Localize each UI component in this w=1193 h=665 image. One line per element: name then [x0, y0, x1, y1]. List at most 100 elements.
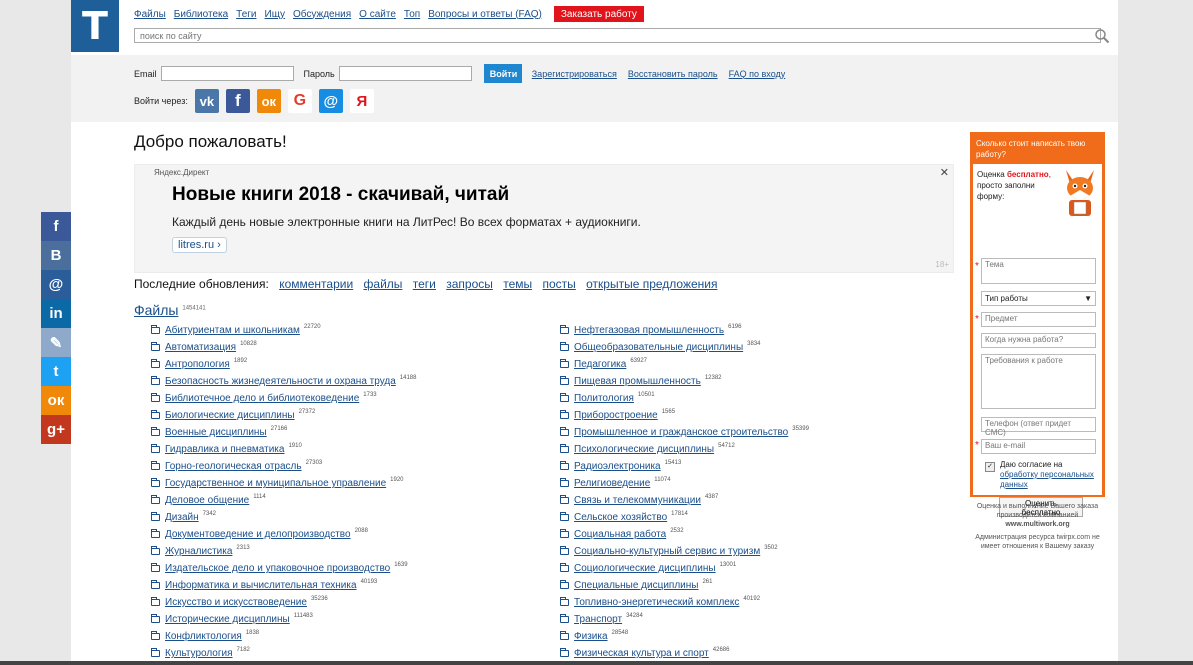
category-link[interactable]: Конфликтология	[165, 631, 242, 642]
category-link[interactable]: Культурология	[165, 648, 233, 659]
category-link[interactable]: Дизайн	[165, 512, 199, 523]
category-link[interactable]: Военные дисциплины	[165, 427, 267, 438]
category-link[interactable]: Сельское хозяйство	[574, 512, 667, 523]
login-faq-link[interactable]: FAQ по входу	[729, 69, 786, 79]
phone-field[interactable]: Телефон (ответ придет СМС)	[981, 417, 1096, 437]
category-link[interactable]: Антропология	[165, 359, 230, 370]
category-link[interactable]: Автоматизация	[165, 342, 236, 353]
updates-requests[interactable]: запросы	[446, 277, 493, 291]
category-count: 17814	[671, 510, 688, 517]
vk-icon[interactable]: vk	[194, 89, 219, 113]
category-link[interactable]: Абитуриентам и школьникам	[165, 325, 300, 336]
consent-link[interactable]: обработку персональных данных	[1000, 470, 1094, 489]
category-link[interactable]: Физическая культура и спорт	[574, 648, 709, 659]
category-link[interactable]: Гидравлика и пневматика	[165, 444, 284, 455]
category-item: Политология 10501	[560, 390, 809, 407]
nav-looking-for[interactable]: Ищу	[265, 9, 286, 20]
folder-icon	[560, 546, 569, 555]
category-link[interactable]: Религиоведение	[574, 478, 650, 489]
category-link[interactable]: Общеобразовательные дисциплины	[574, 342, 743, 353]
nav-about[interactable]: О сайте	[359, 9, 396, 20]
googleplus-icon[interactable]: g+	[41, 415, 71, 444]
mailru-icon[interactable]: @	[41, 270, 71, 299]
category-link[interactable]: Информатика и вычислительная техника	[165, 580, 357, 591]
odnoklassniki-icon[interactable]: ок	[256, 89, 281, 113]
category-link[interactable]: Физика	[574, 631, 608, 642]
category-link[interactable]: Связь и телекоммуникации	[574, 495, 701, 506]
category-link[interactable]: Исторические дисциплины	[165, 614, 290, 625]
twitter-icon[interactable]: t	[41, 357, 71, 386]
requirements-field[interactable]: Требования к работе	[981, 354, 1096, 409]
nav-top[interactable]: Топ	[404, 9, 420, 20]
category-link[interactable]: Государственное и муниципальное управлен…	[165, 478, 386, 489]
deadline-field[interactable]: Когда нужна работа?	[981, 333, 1096, 348]
category-link[interactable]: Искусство и искусствоведение	[165, 597, 307, 608]
search-icon[interactable]	[1094, 28, 1110, 44]
category-link[interactable]: Специальные дисциплины	[574, 580, 698, 591]
login-button[interactable]: Войти	[483, 64, 522, 83]
category-link[interactable]: Психологические дисциплины	[574, 444, 714, 455]
category-link[interactable]: Промышленное и гражданское строительство	[574, 427, 788, 438]
facebook-icon[interactable]: f	[225, 89, 250, 113]
category-link[interactable]: Социально-культурный сервис и туризм	[574, 546, 760, 557]
category-link[interactable]: Педагогика	[574, 359, 626, 370]
nav-discussions[interactable]: Обсуждения	[293, 9, 351, 20]
category-link[interactable]: Нефтегазовая промышленность	[574, 325, 724, 336]
category-link[interactable]: Социальная работа	[574, 529, 666, 540]
close-icon[interactable]: ✕	[940, 166, 949, 179]
order-work-button[interactable]: Заказать работу	[553, 6, 644, 22]
ad-link[interactable]: litres.ru ›	[172, 237, 227, 253]
updates-comments[interactable]: комментарии	[279, 277, 353, 291]
category-count: 35399	[792, 425, 809, 432]
nav-tags[interactable]: Теги	[236, 9, 256, 20]
email-field[interactable]	[160, 66, 294, 81]
files-title-link[interactable]: Файлы	[134, 302, 178, 318]
linkedin-icon[interactable]: in	[41, 299, 71, 328]
site-logo[interactable]: T	[71, 0, 119, 52]
password-field[interactable]	[338, 66, 472, 81]
category-link[interactable]: Приборостроение	[574, 410, 658, 421]
updates-posts[interactable]: посты	[542, 277, 575, 291]
category-count: 7342	[202, 510, 216, 517]
category-link[interactable]: Журналистика	[165, 546, 232, 557]
nav-library[interactable]: Библиотека	[174, 9, 228, 20]
folder-icon	[151, 597, 160, 606]
facebook-icon[interactable]: f	[41, 212, 71, 241]
updates-files[interactable]: файлы	[364, 277, 403, 291]
email-field[interactable]: Ваш e-mail	[981, 439, 1096, 454]
updates-topics[interactable]: темы	[503, 277, 532, 291]
category-link[interactable]: Транспорт	[574, 614, 622, 625]
google-icon[interactable]: G	[287, 89, 312, 113]
category-link[interactable]: Деловое общение	[165, 495, 249, 506]
category-link[interactable]: Биологические дисциплины	[165, 410, 295, 421]
topic-field[interactable]: Тема	[981, 258, 1096, 284]
category-link[interactable]: Издательское дело и упаковочное производ…	[165, 563, 390, 574]
category-link[interactable]: Радиоэлектроника	[574, 461, 661, 472]
nav-faq[interactable]: Вопросы и ответы (FAQ)	[428, 9, 542, 20]
yandex-icon[interactable]: Я	[349, 89, 374, 113]
register-link[interactable]: Зарегистрироваться	[532, 69, 617, 79]
search-input[interactable]	[134, 28, 1101, 43]
category-link[interactable]: Топливно-энергетический комплекс	[574, 597, 739, 608]
consent-checkbox[interactable]: ✓	[985, 462, 995, 472]
updates-tags[interactable]: теги	[413, 277, 436, 291]
subject-field[interactable]: Предмет	[981, 312, 1096, 327]
work-type-select[interactable]: Тип работы ▼	[981, 291, 1096, 306]
mailru-icon[interactable]: @	[318, 89, 343, 113]
category-link[interactable]: Социологические дисциплины	[574, 563, 716, 574]
category-link[interactable]: Документоведение и делопроизводство	[165, 529, 351, 540]
ad-title[interactable]: Новые книги 2018 - скачивай, читай	[172, 184, 509, 206]
livejournal-icon[interactable]: ✎	[41, 328, 71, 357]
updates-offers[interactable]: открытые предложения	[586, 277, 717, 291]
category-link[interactable]: Политология	[574, 393, 634, 404]
category-item: Промышленное и гражданское строительство…	[560, 424, 809, 441]
category-link[interactable]: Безопасность жизнедеятельности и охрана …	[165, 376, 396, 387]
odnoklassniki-icon[interactable]: ок	[41, 386, 71, 415]
nav-files[interactable]: Файлы	[134, 9, 166, 20]
vk-icon[interactable]: В	[41, 241, 71, 270]
category-link[interactable]: Горно-геологическая отрасль	[165, 461, 302, 472]
ad-banner[interactable]: Яндекс.Директ ✕ Новые книги 2018 - скачи…	[134, 164, 954, 273]
category-link[interactable]: Библиотечное дело и библиотековедение	[165, 393, 359, 404]
category-link[interactable]: Пищевая промышленность	[574, 376, 701, 387]
restore-password-link[interactable]: Восстановить пароль	[628, 69, 718, 79]
